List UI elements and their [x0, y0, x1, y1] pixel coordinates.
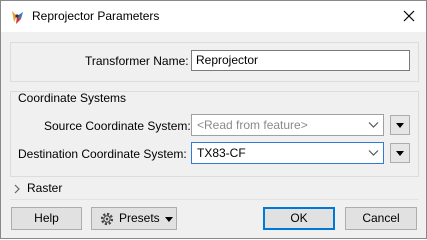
presets-button[interactable]: Presets: [91, 207, 177, 230]
triangle-down-icon: [396, 123, 404, 128]
destination-coordinate-system-combo[interactable]: TX83-CF: [191, 142, 384, 164]
presets-button-label: Presets: [119, 211, 160, 225]
window-title: Reprojector Parameters: [32, 9, 160, 23]
source-coordinate-system-combo[interactable]: <Read from feature>: [191, 114, 384, 136]
destination-coordinate-system-menu-button[interactable]: [390, 143, 410, 163]
dialog-window: Reprojector Parameters Transformer Name:…: [0, 0, 427, 239]
ok-button[interactable]: OK: [263, 207, 335, 230]
triangle-down-icon: [165, 217, 173, 222]
transformer-name-label: Transformer Name:: [85, 54, 189, 68]
coordinate-systems-title: Coordinate Systems: [18, 91, 127, 105]
destination-coordinate-system-label: Destination Coordinate System:: [18, 147, 187, 161]
chevron-down-icon: [368, 122, 379, 128]
close-icon: [403, 10, 415, 22]
source-coordinate-system-menu-button[interactable]: [390, 115, 410, 135]
triangle-down-icon: [396, 151, 404, 156]
chevron-down-icon: [368, 150, 379, 156]
raster-section-label: Raster: [27, 181, 63, 195]
source-coordinate-system-value: <Read from feature>: [197, 118, 308, 132]
cancel-button[interactable]: Cancel: [345, 207, 417, 230]
transformer-name-input[interactable]: Reprojector: [191, 50, 410, 71]
source-coordinate-system-label: Source Coordinate System:: [44, 119, 191, 133]
title-bar: Reprojector Parameters: [1, 1, 426, 32]
help-button[interactable]: Help: [11, 207, 82, 230]
divider: [10, 199, 419, 200]
gear-icon: [100, 212, 114, 226]
fme-transformer-icon: [9, 9, 26, 25]
destination-coordinate-system-value: TX83-CF: [197, 146, 246, 160]
chevron-right-icon: [14, 184, 20, 194]
close-button[interactable]: [394, 2, 424, 31]
